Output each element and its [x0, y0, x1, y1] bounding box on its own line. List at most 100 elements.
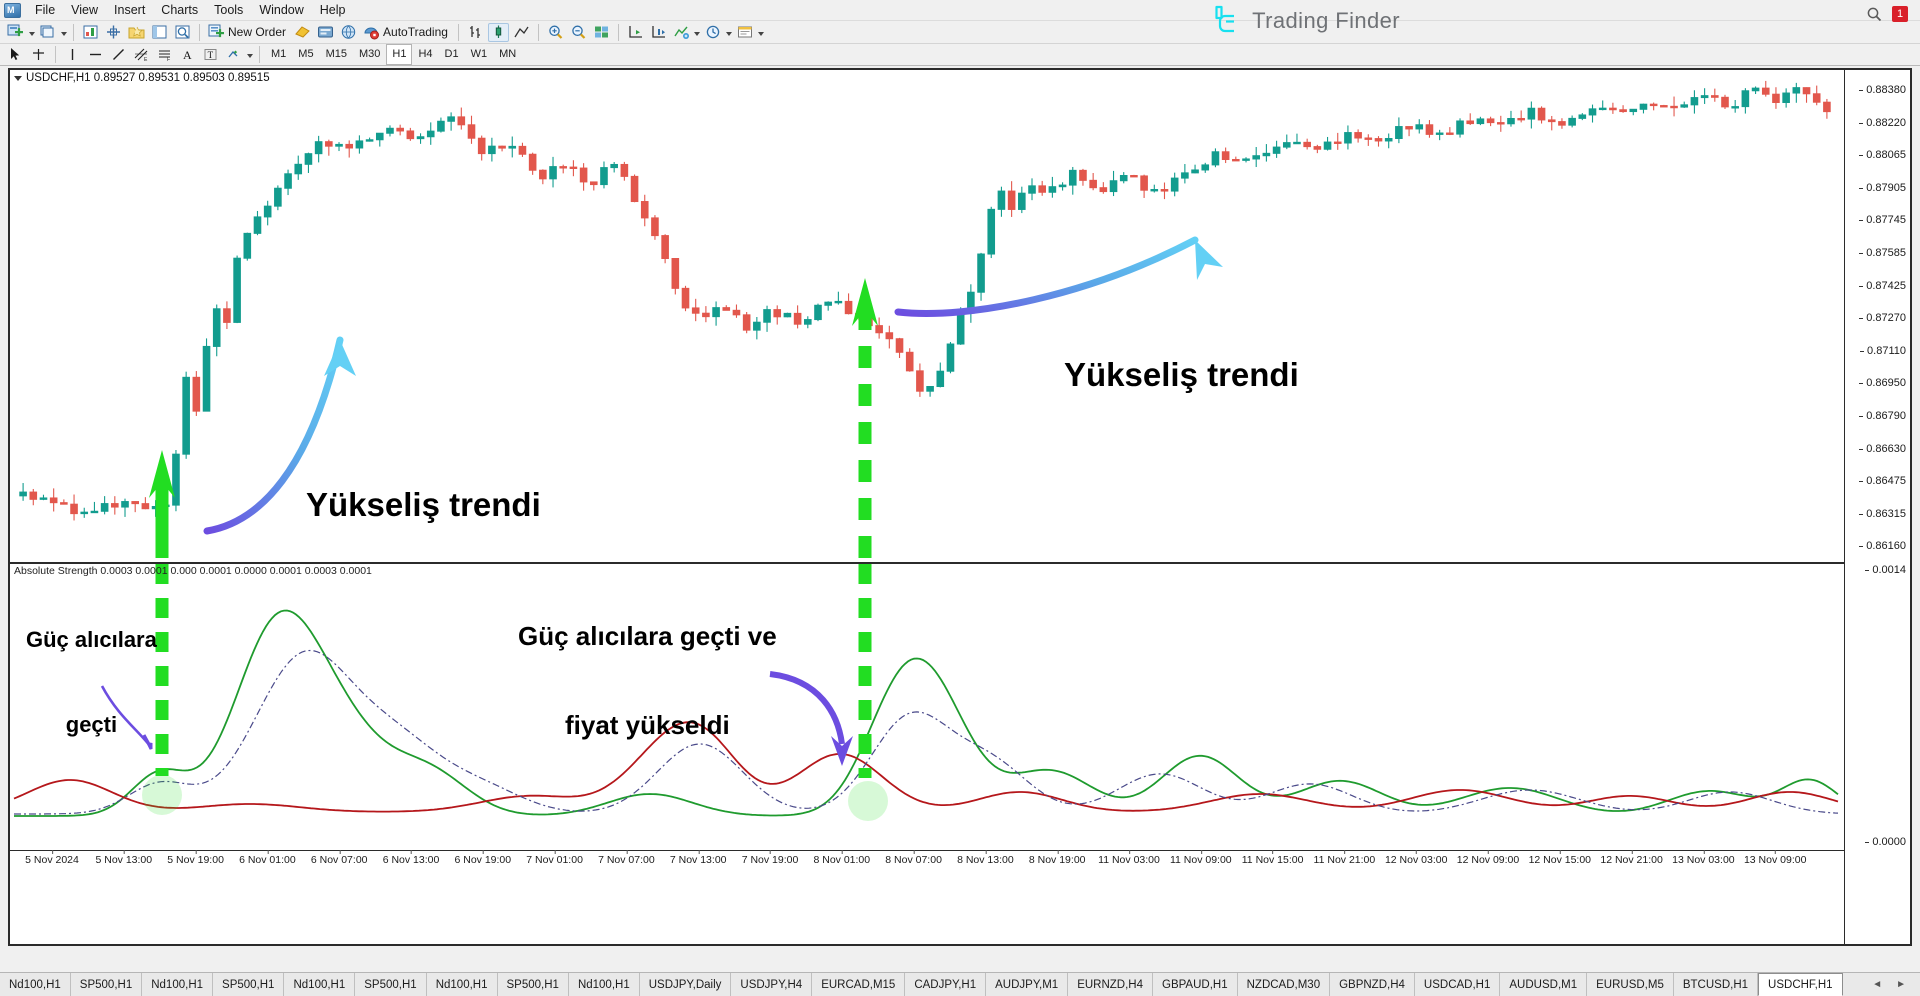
- chart-area[interactable]: USDCHF,H1 0.89527 0.89531 0.89503 0.8951…: [8, 68, 1912, 946]
- chart-tab[interactable]: USDJPY,H4: [731, 973, 813, 996]
- timeframe-h1[interactable]: H1: [386, 44, 413, 65]
- tab-scroll-left-icon[interactable]: ◄: [1872, 979, 1882, 990]
- timeframe-m15[interactable]: M15: [320, 44, 353, 65]
- timeframe-mn[interactable]: MN: [493, 44, 522, 65]
- time-axis[interactable]: 5 Nov 2024 5 Nov 13:00 5 Nov 19:00 6 Nov 01…: [10, 850, 1910, 944]
- search-icon[interactable]: [1866, 6, 1882, 22]
- menu-item-insert[interactable]: Insert: [106, 0, 153, 20]
- equidistant-channel-icon[interactable]: E: [131, 45, 152, 64]
- crosshair-icon[interactable]: [103, 23, 124, 42]
- price-tick: 0.87110: [1860, 344, 1906, 357]
- main-toolbar: New Order AutoTrading: [0, 21, 1920, 44]
- chart-tab[interactable]: BTCUSD,H1: [1673, 973, 1759, 996]
- zoom-in-icon[interactable]: [545, 23, 566, 42]
- horizontal-line-icon[interactable]: [85, 45, 106, 64]
- templates-icon[interactable]: [126, 23, 147, 42]
- chart-tab[interactable]: SP500,H1: [70, 973, 143, 996]
- menu-item-charts[interactable]: Charts: [153, 0, 206, 20]
- tab-scroll-right-icon[interactable]: ►: [1896, 979, 1906, 990]
- navigator-icon[interactable]: [172, 23, 193, 42]
- chart-tab-bar: Nd100,H1 SP500,H1 Nd100,H1 SP500,H1 Nd100,H1…: [0, 972, 1920, 996]
- indicator-pane[interactable]: Absolute Strength 0.0003 0.0001 0.000 0.…: [10, 564, 1910, 850]
- notification-badge[interactable]: 1: [1892, 6, 1908, 22]
- data-window-icon[interactable]: [149, 23, 170, 42]
- auto-scroll-icon[interactable]: [648, 23, 669, 42]
- svg-text:E: E: [144, 57, 148, 62]
- fibonacci-retracement-icon[interactable]: F: [154, 45, 175, 64]
- menu-item-help[interactable]: Help: [312, 0, 354, 20]
- shapes-icon[interactable]: [223, 45, 244, 64]
- indicator-list-dropdown-icon[interactable]: [693, 23, 702, 42]
- chart-tab[interactable]: Nd100,H1: [568, 973, 640, 996]
- menu-item-view[interactable]: View: [63, 0, 106, 20]
- shift-end-icon[interactable]: [625, 23, 646, 42]
- price-axis[interactable]: 0.88380 0.88220 0.88065 0.87905 0.87745 0.875…: [1844, 70, 1910, 944]
- indicator-list-icon[interactable]: [671, 23, 692, 42]
- timeframe-h4[interactable]: H4: [412, 44, 438, 65]
- candlestick-chart-icon[interactable]: [487, 22, 509, 42]
- shapes-dropdown-icon[interactable]: [245, 45, 254, 64]
- expert-advisor-icon[interactable]: [292, 23, 313, 42]
- text-icon[interactable]: A: [177, 45, 198, 64]
- chart-tab[interactable]: USDCAD,H1: [1414, 973, 1501, 996]
- chart-tab[interactable]: EURCAD,M15: [812, 973, 906, 996]
- period-dropdown-icon[interactable]: [725, 23, 734, 42]
- chart-tab[interactable]: SP500,H1: [213, 973, 285, 996]
- chart-tab[interactable]: AUDJPY,M1: [986, 973, 1069, 996]
- zoom-out-icon[interactable]: [568, 23, 589, 42]
- menu-item-file[interactable]: File: [27, 0, 63, 20]
- chart-tab[interactable]: GBPNZD,H4: [1330, 973, 1415, 996]
- autotrading-label[interactable]: AutoTrading: [383, 25, 453, 39]
- trendline-icon[interactable]: [108, 45, 129, 64]
- chart-tab[interactable]: Nd100,H1: [0, 973, 71, 996]
- annotation-power-buyers-left-line2: geçti: [65, 712, 118, 738]
- chart-tab[interactable]: EURUSD,M5: [1587, 973, 1674, 996]
- timeframe-m30[interactable]: M30: [353, 44, 386, 65]
- new-order-icon[interactable]: [206, 23, 227, 42]
- timeframe-m5[interactable]: M5: [292, 44, 319, 65]
- chart-tab[interactable]: Nd100,H1: [284, 973, 356, 996]
- new-chart-icon[interactable]: [5, 23, 26, 42]
- chart-tab[interactable]: Nd100,H1: [142, 973, 214, 996]
- text-label-icon[interactable]: T: [200, 45, 221, 64]
- chart-tab[interactable]: Nd100,H1: [426, 973, 498, 996]
- market-watch-icon[interactable]: [338, 23, 359, 42]
- chart-collapse-icon[interactable]: [14, 75, 22, 81]
- time-tick: 5 Nov 13:00: [95, 850, 153, 866]
- brand: Trading Finder: [1208, 4, 1400, 38]
- timeframe-d1[interactable]: D1: [439, 44, 465, 65]
- timeframe-w1[interactable]: W1: [465, 44, 494, 65]
- chart-tab[interactable]: CADJPY,H1: [905, 973, 987, 996]
- chart-tab[interactable]: GBPAUD,H1: [1153, 973, 1238, 996]
- new-chart-dropdown-icon[interactable]: [27, 23, 36, 42]
- templates-list-icon[interactable]: [735, 23, 756, 42]
- chart-window-icon[interactable]: [37, 23, 58, 42]
- menu-item-tools[interactable]: Tools: [206, 0, 251, 20]
- timeframe-m1[interactable]: M1: [265, 44, 292, 65]
- chart-tab[interactable]: AUDUSD,M1: [1500, 973, 1588, 996]
- chart-window-dropdown-icon[interactable]: [59, 23, 68, 42]
- bar-chart-icon[interactable]: [465, 23, 486, 42]
- autotrading-icon[interactable]: [361, 23, 382, 42]
- chart-tab[interactable]: SP500,H1: [355, 973, 427, 996]
- templates-list-dropdown-icon[interactable]: [757, 23, 766, 42]
- tile-windows-icon[interactable]: [591, 23, 612, 42]
- chart-tab[interactable]: USDCHF,H1: [1758, 973, 1843, 996]
- terminal-icon[interactable]: [315, 23, 336, 42]
- period-icon[interactable]: [703, 23, 724, 42]
- cursor-icon[interactable]: [5, 45, 26, 64]
- chart-tab[interactable]: EURNZD,H4: [1068, 973, 1153, 996]
- vertical-line-icon[interactable]: [62, 45, 83, 64]
- annotation-power-buyers-mid: Güç alıcılara geçti ve fiyat yükseldi: [518, 564, 777, 801]
- price-pane[interactable]: Yükseliş trendi Yükseliş trendi: [10, 70, 1910, 562]
- crosshair-tool-icon[interactable]: [28, 45, 49, 64]
- menu-item-window[interactable]: Window: [251, 0, 311, 20]
- line-chart-icon[interactable]: [511, 23, 532, 42]
- chart-tab[interactable]: USDJPY,Daily: [639, 973, 732, 996]
- indicators-icon[interactable]: [80, 23, 101, 42]
- annotation-uptrend-left: Yükseliş trendi: [306, 486, 541, 523]
- indicator-tick: 0.0000: [1865, 836, 1906, 848]
- chart-tab[interactable]: SP500,H1: [497, 973, 569, 996]
- new-order-label[interactable]: New Order: [228, 25, 291, 39]
- chart-tab[interactable]: NZDCAD,M30: [1237, 973, 1331, 996]
